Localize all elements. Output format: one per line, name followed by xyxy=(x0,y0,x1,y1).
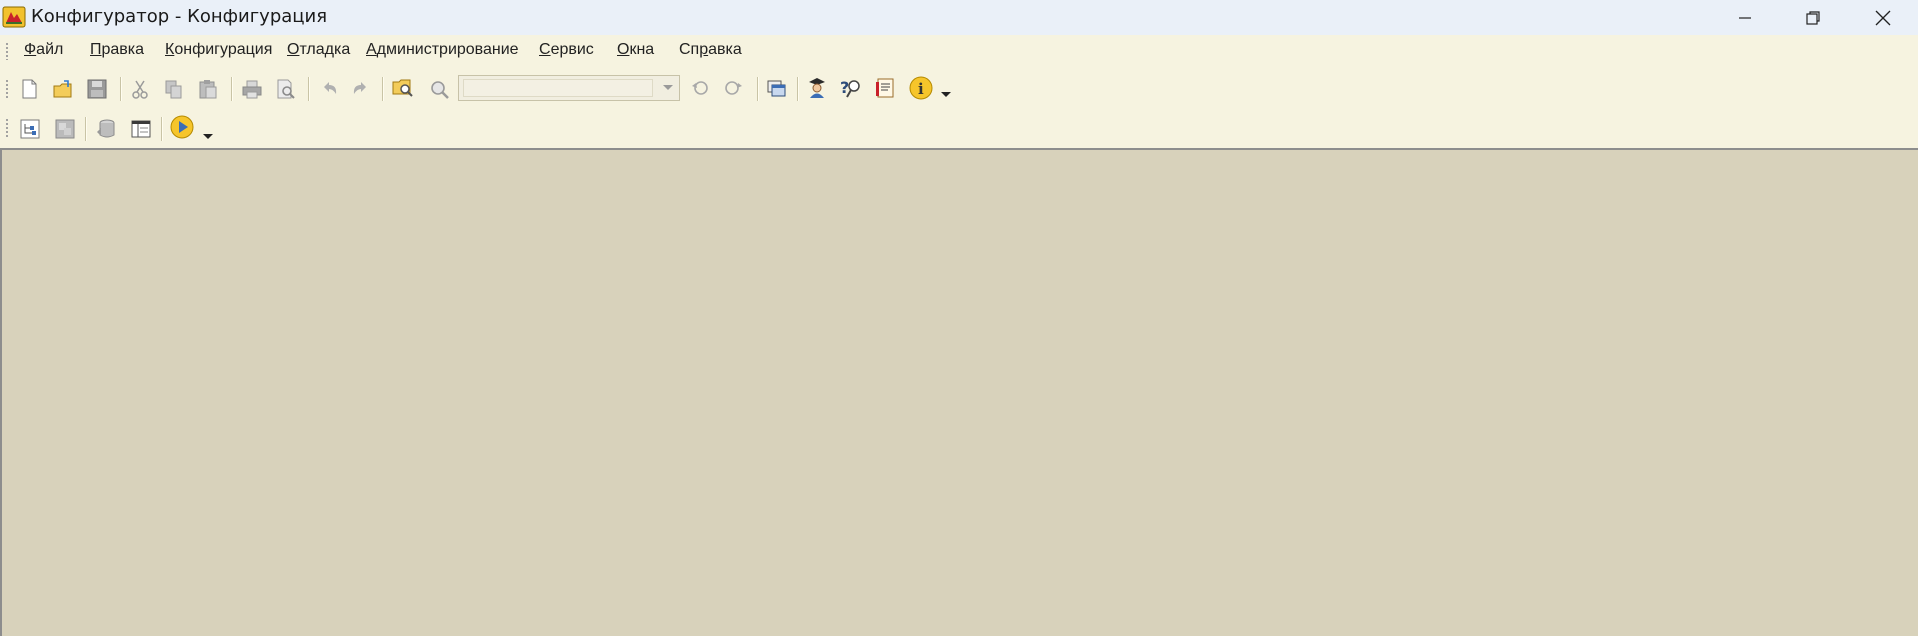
windows-icon xyxy=(767,80,786,97)
toolbar-separator xyxy=(231,77,232,101)
restore-button[interactable] xyxy=(1778,0,1848,35)
save-icon xyxy=(87,79,107,99)
syntax-assistant-icon xyxy=(809,78,825,98)
cut-button[interactable] xyxy=(127,76,153,102)
redo-button[interactable] xyxy=(347,76,373,102)
info-icon: i xyxy=(909,76,933,100)
search-dropdown-button[interactable] xyxy=(657,76,679,100)
redo-icon xyxy=(353,82,366,94)
toolbar-separator xyxy=(797,77,798,101)
windows-button[interactable] xyxy=(764,76,790,102)
toolbar-separator xyxy=(161,117,162,141)
copy-icon xyxy=(165,80,182,99)
toolbar-overflow-icon xyxy=(203,134,213,139)
print-preview-button[interactable] xyxy=(272,76,298,102)
help-contents-button[interactable] xyxy=(873,75,899,101)
find-in-files-icon xyxy=(392,79,413,97)
app-icon xyxy=(2,6,26,28)
toolbar-separator xyxy=(382,77,383,101)
menu-help[interactable]: Справка xyxy=(679,41,742,59)
menu-service[interactable]: Сервис xyxy=(539,41,594,59)
update-database-icon xyxy=(97,119,115,138)
find-in-files-button[interactable] xyxy=(390,75,416,101)
database-config-button[interactable] xyxy=(52,116,78,142)
search-combobox[interactable] xyxy=(458,75,680,101)
search-input[interactable] xyxy=(463,79,653,97)
menu-grip[interactable] xyxy=(5,42,9,60)
svg-text:i: i xyxy=(918,80,924,98)
search-help-icon: ? xyxy=(840,78,860,98)
find-previous-icon xyxy=(725,81,742,95)
search-icon xyxy=(431,81,449,99)
close-icon xyxy=(1875,10,1891,25)
update-database-button[interactable] xyxy=(94,116,120,142)
menu-file[interactable]: Файл xyxy=(24,41,63,59)
title-bar: Конфигуратор - Конфигурация xyxy=(0,0,1918,35)
configuration-tree-button[interactable] xyxy=(17,116,43,142)
minimize-icon xyxy=(1739,16,1751,19)
start-debug-button[interactable] xyxy=(169,114,195,140)
toolbar-separator xyxy=(757,77,758,101)
properties-panel-icon xyxy=(131,120,151,138)
window-title: Конфигуратор - Конфигурация xyxy=(31,6,328,27)
toolbar-grip[interactable] xyxy=(5,79,9,99)
properties-panel-button[interactable] xyxy=(128,116,154,142)
print-button[interactable] xyxy=(239,76,265,102)
search-button[interactable] xyxy=(427,77,453,103)
help-contents-icon xyxy=(876,78,894,98)
open-button[interactable] xyxy=(50,76,76,102)
mdi-workspace[interactable] xyxy=(0,148,1918,636)
info-button[interactable]: i xyxy=(908,75,934,101)
print-icon xyxy=(242,80,262,99)
paste-button[interactable] xyxy=(195,76,221,102)
find-next-button[interactable] xyxy=(688,76,714,102)
menu-configuration[interactable]: Конфигурация xyxy=(165,41,272,59)
save-button[interactable] xyxy=(84,76,110,102)
toolbar1-overflow-button[interactable] xyxy=(939,88,953,102)
toolbar-separator xyxy=(85,117,86,141)
toolbar-separator xyxy=(308,77,309,101)
new-document-icon xyxy=(22,79,37,99)
toolbar-overflow-icon xyxy=(941,92,951,97)
menu-debug[interactable]: Отладка xyxy=(287,41,350,59)
copy-button[interactable] xyxy=(161,76,187,102)
undo-button[interactable] xyxy=(317,76,343,102)
database-config-icon xyxy=(55,119,75,139)
syntax-assistant-button[interactable] xyxy=(804,75,830,101)
chevron-down-icon xyxy=(663,85,673,90)
minimize-button[interactable] xyxy=(1710,0,1780,35)
menu-windows[interactable]: Окна xyxy=(617,41,654,59)
toolbar2-overflow-button[interactable] xyxy=(201,130,215,144)
close-button[interactable] xyxy=(1848,0,1918,35)
toolbar-grip[interactable] xyxy=(5,118,9,138)
undo-icon xyxy=(324,82,337,94)
toolbar-separator xyxy=(120,77,121,101)
open-folder-icon xyxy=(53,80,72,98)
menu-bar: Файл Правка Конфигурация Отладка Админис… xyxy=(0,35,1918,69)
restore-icon xyxy=(1806,10,1820,25)
menu-administration[interactable]: Администрирование xyxy=(366,41,519,59)
print-preview-icon xyxy=(277,79,295,99)
menu-edit[interactable]: Правка xyxy=(90,41,144,59)
search-help-button[interactable]: ? xyxy=(838,75,864,101)
start-debug-icon xyxy=(170,115,194,139)
paste-icon xyxy=(199,80,217,99)
cut-icon xyxy=(132,80,148,99)
find-next-icon xyxy=(692,81,708,95)
new-document-button[interactable] xyxy=(16,76,42,102)
configuration-tree-icon xyxy=(20,119,40,139)
find-previous-button[interactable] xyxy=(721,76,747,102)
